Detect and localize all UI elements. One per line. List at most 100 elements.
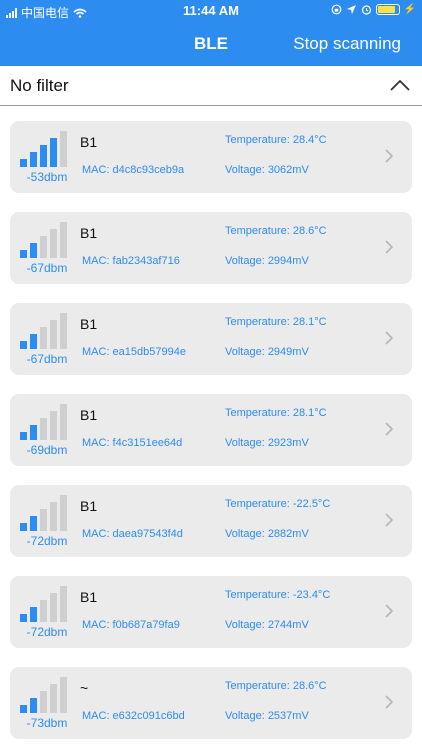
device-card[interactable]: -69dbm B1 MAC: f4c3151ee64d Temperature: 28… — [10, 394, 412, 466]
signal-bar — [40, 236, 47, 258]
signal-bar — [60, 313, 67, 349]
device-volt: Voltage: 2949mV — [225, 346, 309, 358]
stop-scanning-button[interactable]: Stop scanning — [293, 34, 401, 54]
signal-bar — [50, 411, 57, 440]
signal-bar — [40, 691, 47, 713]
status-right: ⚡ — [331, 4, 416, 15]
device-volt: Voltage: 2882mV — [225, 528, 309, 540]
orientation-lock-icon — [331, 4, 341, 15]
signal-bar — [40, 418, 47, 440]
signal-bar — [60, 495, 67, 531]
device-temp: Temperature: 28.6°C — [225, 225, 327, 237]
rssi-label: -53dbm — [26, 170, 68, 184]
signal-strength-icon — [20, 404, 67, 440]
battery-fill — [377, 6, 395, 13]
chevron-right-icon — [385, 422, 393, 436]
device-temp: Temperature: -23.4°C — [225, 589, 331, 601]
rssi-label: -67dbm — [26, 261, 68, 275]
signal-bar — [30, 607, 37, 622]
signal-bar — [20, 341, 27, 349]
signal-bar — [40, 509, 47, 531]
signal-bar — [30, 243, 37, 258]
chevron-right-icon — [385, 604, 393, 618]
chevron-right-icon — [385, 695, 393, 709]
signal-bar — [30, 516, 37, 531]
device-temp: Temperature: 28.6°C — [225, 680, 327, 692]
device-mac: MAC: f4c3151ee64d — [82, 437, 183, 449]
signal-bar — [20, 523, 27, 531]
signal-bar — [20, 705, 27, 713]
signal-strength-icon — [20, 222, 67, 258]
device-name: ~ — [80, 680, 89, 696]
signal-bar — [20, 250, 27, 258]
device-mac: MAC: ea15db57994e — [82, 346, 186, 358]
device-card[interactable]: -72dbm B1 MAC: f0b687a79fa9 Temperature: -2… — [10, 576, 412, 648]
chevron-right-icon — [385, 240, 393, 254]
device-card[interactable]: -73dbm ~ MAC: e632c091c6bd Temperature: 28.… — [10, 667, 412, 739]
device-name: B1 — [80, 225, 98, 241]
rssi-label: -73dbm — [26, 716, 68, 730]
signal-bar — [60, 677, 67, 713]
signal-bar — [60, 131, 67, 167]
device-temp: Temperature: 28.1°C — [225, 407, 327, 419]
device-temp: Temperature: 28.1°C — [225, 316, 327, 328]
rssi-label: -72dbm — [26, 625, 68, 639]
device-volt: Voltage: 2744mV — [225, 619, 309, 631]
chevron-up-icon[interactable] — [390, 79, 410, 91]
signal-bar — [50, 138, 57, 167]
rssi-label: -69dbm — [26, 443, 68, 457]
signal-strength-icon — [20, 495, 67, 531]
signal-bar — [20, 614, 27, 622]
device-mac: MAC: f0b687a79fa9 — [82, 619, 180, 631]
filter-dropdown[interactable]: No filter — [0, 66, 422, 106]
signal-bar — [60, 586, 67, 622]
device-volt: Voltage: 3062mV — [225, 164, 309, 176]
rssi-label: -67dbm — [26, 352, 68, 366]
device-card[interactable]: -67dbm B1 MAC: ea15db57994e Temperature: 28… — [10, 303, 412, 375]
signal-bar — [30, 152, 37, 167]
device-card[interactable]: -53dbm B1 MAC: d4c8c93ceb9a Temperature: 28… — [10, 121, 412, 193]
device-mac: MAC: e632c091c6bd — [82, 710, 185, 722]
device-name: B1 — [80, 407, 98, 423]
device-card[interactable]: -72dbm B1 MAC: daea97543f4d Temperature: -2… — [10, 485, 412, 557]
signal-bar — [20, 159, 27, 167]
signal-bar — [30, 425, 37, 440]
location-icon — [346, 5, 356, 14]
signal-bar — [50, 593, 57, 622]
alarm-icon — [361, 5, 371, 15]
device-name: B1 — [80, 498, 98, 514]
signal-strength-icon — [20, 677, 67, 713]
signal-bar — [50, 320, 57, 349]
battery-icon — [375, 4, 400, 15]
signal-bar — [50, 684, 57, 713]
signal-bar — [30, 334, 37, 349]
signal-bar — [30, 698, 37, 713]
device-list[interactable]: -53dbm B1 MAC: d4c8c93ceb9a Temperature: 28… — [0, 107, 422, 750]
device-name: B1 — [80, 134, 98, 150]
chevron-right-icon — [385, 331, 393, 345]
device-mac: MAC: d4c8c93ceb9a — [82, 164, 185, 176]
device-name: B1 — [80, 316, 98, 332]
rssi-label: -72dbm — [26, 534, 68, 548]
device-volt: Voltage: 2923mV — [225, 437, 309, 449]
device-card[interactable]: -67dbm B1 MAC: fab2343af716 Temperature: 28… — [10, 212, 412, 284]
chevron-right-icon — [385, 149, 393, 163]
device-name: B1 — [80, 589, 98, 605]
device-temp: Temperature: 28.4°C — [225, 134, 327, 146]
signal-bar — [40, 600, 47, 622]
device-mac: MAC: daea97543f4d — [82, 528, 183, 540]
filter-label: No filter — [10, 76, 69, 95]
charging-icon: ⚡ — [403, 4, 416, 15]
status-bar: 中国电信 11:44 AM ⚡ — [0, 0, 422, 22]
signal-bar — [60, 222, 67, 258]
signal-bar — [50, 229, 57, 258]
device-volt: Voltage: 2537mV — [225, 710, 309, 722]
signal-strength-icon — [20, 131, 67, 167]
app-header: 中国电信 11:44 AM ⚡ BLE Stop scanning — [0, 0, 422, 66]
device-volt: Voltage: 2994mV — [225, 255, 309, 267]
signal-strength-icon — [20, 313, 67, 349]
signal-bar — [20, 432, 27, 440]
device-mac: MAC: fab2343af716 — [82, 255, 180, 267]
signal-bar — [50, 502, 57, 531]
device-temp: Temperature: -22.5°C — [225, 498, 331, 510]
